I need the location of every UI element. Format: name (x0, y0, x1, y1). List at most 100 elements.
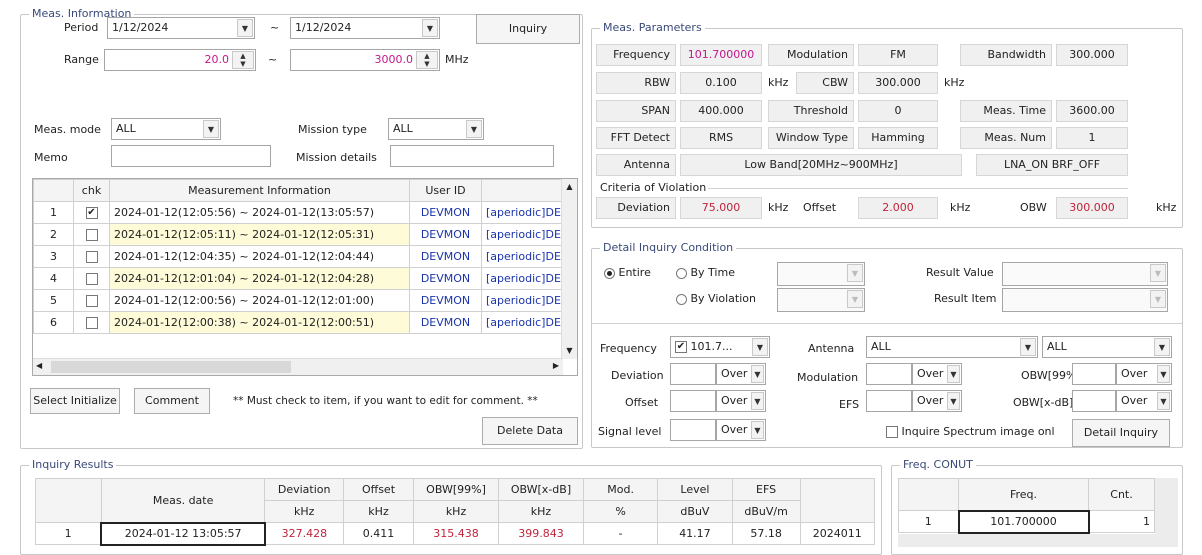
horizontal-scrollbar[interactable]: ◀ ▶ (33, 358, 563, 375)
comment-button[interactable]: Comment (134, 388, 210, 414)
row-checkbox[interactable] (85, 273, 98, 285)
deviation-over-combo[interactable]: Over ▼ (716, 363, 766, 385)
chevron-down-icon[interactable]: ▼ (947, 365, 960, 383)
obwx-over-combo[interactable]: Over ▼ (1116, 390, 1172, 412)
modulation-over-combo[interactable]: Over ▼ (912, 363, 962, 385)
col-header-user-id: User ID (409, 179, 482, 202)
row-checkbox[interactable] (85, 317, 98, 329)
row-extra: [aperiodic]DE (481, 267, 564, 290)
row-check-cell[interactable] (73, 223, 110, 246)
scroll-up-icon[interactable]: ▲ (562, 179, 577, 195)
chevron-down-icon[interactable]: ▼ (466, 120, 482, 138)
memo-input[interactable] (111, 145, 271, 167)
spinner-arrows-icon[interactable]: ▲ ▼ (416, 51, 438, 69)
deviation-filter-input[interactable] (670, 363, 716, 385)
entire-radio[interactable]: Entire (604, 266, 651, 279)
chevron-down-icon[interactable]: ▼ (237, 19, 253, 37)
inquiry-results-grid[interactable]: Meas. date Deviation Offset OBW[99%] OBW… (35, 478, 875, 547)
mission-details-input[interactable] (390, 145, 554, 167)
chevron-down-icon[interactable]: ▼ (1020, 338, 1036, 356)
chevron-down-icon[interactable]: ▼ (847, 264, 863, 282)
table-row[interactable]: 3 2024-01-12(12:04:35) ~ 2024-01-12(12:04… (33, 245, 564, 268)
table-row[interactable]: 5 2024-01-12(12:00:56) ~ 2024-01-12(12:01… (33, 289, 564, 312)
offset-filter-input[interactable] (670, 390, 716, 412)
vertical-scrollbar[interactable]: ▲ ▼ (561, 179, 577, 359)
select-initialize-button[interactable]: Select Initialize (30, 388, 120, 414)
offset-over-value: Over (721, 394, 748, 407)
obw99-filter-input[interactable] (1072, 363, 1116, 385)
chevron-down-icon[interactable]: ▼ (847, 290, 863, 308)
period-to-combo[interactable]: 1/12/2024 ▼ (290, 17, 440, 39)
row-check-cell[interactable]: ✔ (73, 201, 110, 224)
range-to-spinner[interactable]: 3000.0 ▲ ▼ (290, 49, 440, 71)
table-row[interactable]: 1 101.700000 1 (898, 509, 1155, 534)
table-row[interactable]: 1 ✔ 2024-01-12(12:05:56) ~ 2024-01-12(13:0… (33, 201, 564, 224)
obw99-over-combo[interactable]: Over ▼ (1116, 363, 1172, 385)
antenna-filter-combo-2[interactable]: ALL ▼ (1042, 336, 1172, 358)
period-from-combo[interactable]: 1/12/2024 ▼ (107, 17, 255, 39)
freq-count-grid[interactable]: Freq. Cnt. 1 101.700000 1 (898, 478, 1178, 547)
row-checkbox[interactable] (85, 251, 98, 263)
row-checkbox[interactable]: ✔ (85, 207, 98, 219)
chevron-down-icon[interactable]: ▼ (751, 421, 764, 439)
result-value-combo[interactable]: ▼ (1002, 262, 1168, 286)
scroll-thumb[interactable] (51, 361, 291, 373)
radio-icon[interactable] (676, 293, 687, 305)
efs-filter-input[interactable] (866, 390, 912, 412)
frequency-filter-combo[interactable]: ✔ 101.7... ▼ (670, 336, 770, 358)
radio-selected-icon[interactable] (604, 267, 615, 279)
efs-over-combo[interactable]: Over ▼ (912, 390, 962, 412)
range-from-spinner[interactable]: 20.0 ▲ ▼ (104, 49, 256, 71)
row-checkbox[interactable] (85, 229, 98, 241)
by-violation-radio[interactable]: By Violation (676, 292, 756, 305)
inquiry-button[interactable]: Inquiry (476, 14, 580, 44)
row-extra: [aperiodic]DE (481, 311, 564, 334)
chevron-down-icon[interactable]: ▼ (1150, 290, 1166, 308)
chevron-down-icon[interactable]: ▼ (947, 392, 960, 410)
row-check-cell[interactable] (73, 311, 110, 334)
radio-icon[interactable] (676, 267, 687, 279)
mission-type-combo[interactable]: ALL ▼ (388, 118, 484, 140)
modulation-filter-input[interactable] (866, 363, 912, 385)
offset-over-combo[interactable]: Over ▼ (716, 390, 766, 412)
row-check-cell[interactable] (73, 289, 110, 312)
signal-level-over-combo[interactable]: Over ▼ (716, 419, 766, 441)
signal-level-filter-input[interactable] (670, 419, 716, 441)
table-row[interactable]: 4 2024-01-12(12:01:04) ~ 2024-01-12(12:04… (33, 267, 564, 290)
chevron-down-icon[interactable]: ▼ (751, 392, 764, 410)
chevron-down-icon[interactable]: ▼ (751, 365, 764, 383)
delete-data-button[interactable]: Delete Data (482, 417, 578, 445)
chevron-down-icon[interactable]: ▼ (422, 19, 438, 37)
row-checkbox[interactable] (85, 295, 98, 307)
obwx-filter-input[interactable] (1072, 390, 1116, 412)
result-item-combo[interactable]: ▼ (1002, 288, 1168, 312)
spinner-arrows-icon[interactable]: ▲ ▼ (232, 51, 254, 69)
by-time-radio[interactable]: By Time (676, 266, 735, 279)
chevron-down-icon[interactable]: ▼ (1150, 264, 1166, 282)
detail-inquiry-title: Detail Inquiry Condition (600, 241, 737, 254)
table-row[interactable]: 6 2024-01-12(12:00:38) ~ 2024-01-12(12:00… (33, 311, 564, 334)
chevron-down-icon[interactable]: ▼ (752, 338, 768, 356)
row-check-cell[interactable] (73, 267, 110, 290)
checkbox-icon[interactable] (886, 426, 898, 438)
chevron-down-icon[interactable]: ▼ (1157, 365, 1170, 383)
chevron-down-icon[interactable]: ▼ (203, 120, 219, 138)
obw99-over-value: Over (1121, 367, 1148, 380)
row-check-cell[interactable] (73, 245, 110, 268)
row-number: 3 (33, 245, 74, 268)
by-time-combo[interactable]: ▼ (777, 262, 865, 286)
meas-mode-combo[interactable]: ALL ▼ (111, 118, 221, 140)
frequency-filter-checkbox[interactable]: ✔ (675, 341, 687, 353)
inquire-spectrum-checkbox[interactable]: Inquire Spectrum image onl (886, 425, 1055, 438)
table-row[interactable]: 2 2024-01-12(12:05:11) ~ 2024-01-12(12:05… (33, 223, 564, 246)
measurement-list[interactable]: chk Measurement Information User ID 1 ✔ 20… (32, 178, 578, 376)
scroll-down-icon[interactable]: ▼ (562, 343, 577, 359)
table-row[interactable]: 1 2024-01-12 13:05:57 327.428 0.411 315.438 3… (35, 521, 875, 546)
chevron-down-icon[interactable]: ▼ (1157, 392, 1170, 410)
detail-inquiry-button[interactable]: Detail Inquiry (1072, 419, 1170, 447)
chevron-down-icon[interactable]: ▼ (1154, 338, 1170, 356)
by-violation-combo[interactable]: ▼ (777, 288, 865, 312)
scroll-left-icon[interactable]: ◀ (36, 361, 42, 370)
antenna-filter-combo[interactable]: ALL ▼ (866, 336, 1038, 358)
scroll-right-icon[interactable]: ▶ (553, 361, 559, 370)
